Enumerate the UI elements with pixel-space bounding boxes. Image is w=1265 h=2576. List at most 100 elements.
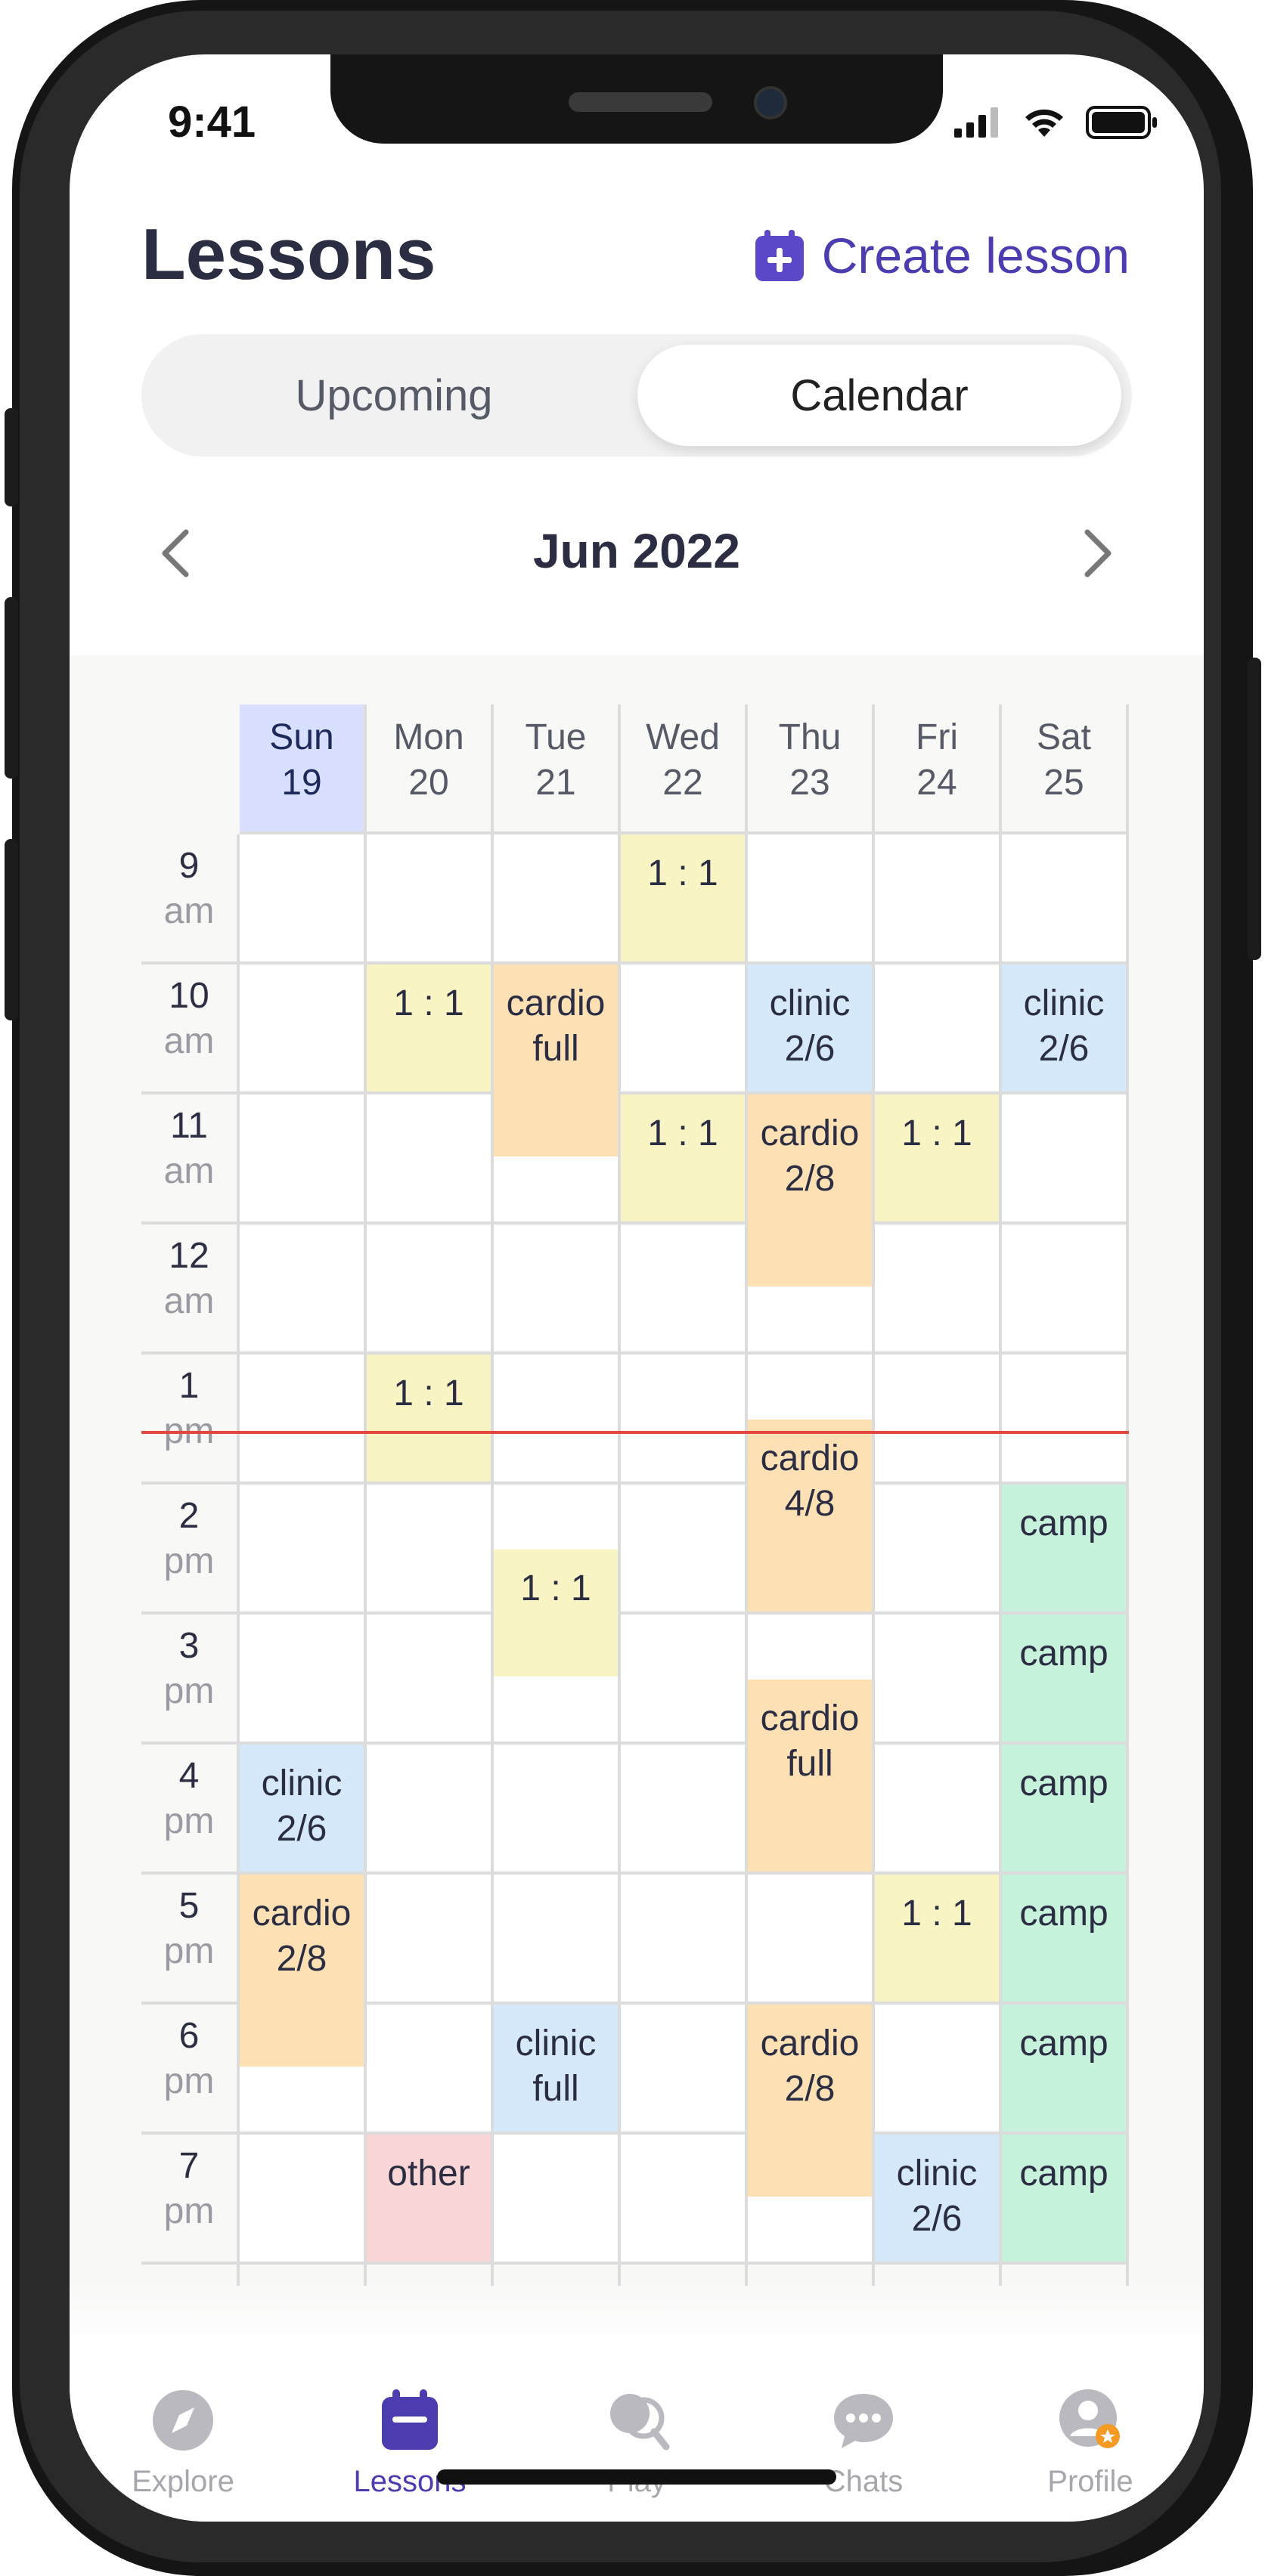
lesson-event[interactable]: camp bbox=[1002, 1615, 1126, 1742]
create-lesson-button[interactable]: Create lesson bbox=[755, 227, 1130, 284]
lesson-event[interactable]: 1 : 1 bbox=[367, 964, 491, 1091]
time-slot-cell[interactable] bbox=[367, 1875, 494, 2005]
time-slot-cell[interactable] bbox=[1002, 1225, 1129, 1355]
chevron-right-icon[interactable] bbox=[1066, 523, 1127, 584]
lesson-event[interactable]: camp bbox=[1002, 1745, 1126, 1872]
day-header-sat[interactable]: Sat 25 bbox=[1002, 704, 1129, 834]
time-slot-cell[interactable] bbox=[621, 1875, 748, 2005]
lesson-event[interactable]: 1 : 1 bbox=[621, 1094, 745, 1221]
time-slot-cell[interactable] bbox=[875, 2005, 1002, 2135]
time-slot-cell[interactable] bbox=[621, 2005, 748, 2135]
time-slot-cell[interactable] bbox=[875, 1745, 1002, 1875]
time-slot-cell[interactable] bbox=[1002, 1355, 1129, 1485]
time-label: 9 am bbox=[141, 834, 240, 964]
lesson-event[interactable]: cardio full bbox=[748, 1680, 872, 1872]
lesson-event-text: cardio bbox=[760, 1113, 860, 1153]
wifi-icon bbox=[1025, 109, 1063, 137]
lesson-event[interactable]: 1 : 1 bbox=[367, 1355, 491, 1482]
time-slot-cell[interactable] bbox=[621, 964, 748, 1094]
time-slot-cell[interactable] bbox=[240, 1225, 367, 1355]
time-slot-cell[interactable] bbox=[367, 1745, 494, 1875]
lesson-event[interactable]: cardio full bbox=[494, 964, 618, 1156]
time-slot-cell[interactable] bbox=[621, 1355, 748, 1485]
time-slot-cell[interactable] bbox=[875, 964, 1002, 1094]
day-header-tue[interactable]: Tue 21 bbox=[494, 704, 621, 834]
time-slot-cell[interactable] bbox=[367, 1094, 494, 1225]
lesson-event[interactable]: camp bbox=[1002, 1875, 1126, 2002]
time-slot-cell[interactable] bbox=[1002, 834, 1129, 964]
day-header-thu[interactable]: Thu 23 bbox=[748, 704, 875, 834]
time-slot-cell[interactable] bbox=[240, 1615, 367, 1745]
time-slot-cell[interactable] bbox=[875, 834, 1002, 964]
time-slot-cell[interactable] bbox=[494, 1875, 621, 2005]
time-slot-cell[interactable] bbox=[240, 1094, 367, 1225]
segment-upcoming[interactable]: Upcoming bbox=[152, 345, 636, 446]
time-slot-cell[interactable] bbox=[367, 1485, 494, 1615]
day-header-sun[interactable]: Sun 19 bbox=[240, 704, 367, 834]
lesson-event[interactable]: 1 : 1 bbox=[621, 834, 745, 961]
lesson-event[interactable]: 1 : 1 bbox=[494, 1550, 618, 1677]
time-slot-cell[interactable] bbox=[367, 2005, 494, 2135]
time-slot-cell[interactable] bbox=[1002, 1094, 1129, 1225]
time-slot-cell[interactable] bbox=[621, 1485, 748, 1615]
lesson-event[interactable]: camp bbox=[1002, 1485, 1126, 1612]
day-header-wed[interactable]: Wed 22 bbox=[621, 704, 748, 834]
calendar-icon bbox=[382, 2389, 438, 2450]
time-slot-cell[interactable] bbox=[621, 1745, 748, 1875]
time-slot-cell[interactable] bbox=[621, 2135, 748, 2265]
time-slot-cell[interactable] bbox=[240, 1355, 367, 1485]
time-slot-cell[interactable] bbox=[494, 1225, 621, 1355]
time-slot-cell[interactable] bbox=[621, 1225, 748, 1355]
lesson-event[interactable]: clinic 2/6 bbox=[875, 2135, 999, 2262]
day-name: Tue bbox=[525, 717, 587, 757]
tab-explore[interactable]: Explore bbox=[70, 2386, 296, 2499]
lesson-event[interactable]: clinic full bbox=[494, 2005, 618, 2132]
time-slot-cell[interactable] bbox=[240, 2135, 367, 2265]
time-slot-cell[interactable] bbox=[494, 1355, 621, 1485]
time-slot-cell[interactable] bbox=[367, 834, 494, 964]
time-slot-cell[interactable] bbox=[875, 1615, 1002, 1745]
lesson-event[interactable]: cardio 4/8 bbox=[748, 1420, 872, 1612]
lesson-event[interactable]: clinic 2/6 bbox=[1002, 964, 1126, 1091]
lesson-event-text: clinic bbox=[769, 983, 851, 1023]
lesson-event[interactable]: cardio 2/8 bbox=[240, 1875, 364, 2067]
lesson-event[interactable]: clinic 2/6 bbox=[240, 1745, 364, 1872]
time-slot-cell[interactable] bbox=[875, 1355, 1002, 1485]
day-date: 22 bbox=[662, 763, 703, 803]
time-slot-cell[interactable] bbox=[875, 1225, 1002, 1355]
hour-period: am bbox=[163, 891, 215, 931]
tab-profile[interactable]: Profile bbox=[977, 2386, 1204, 2499]
time-slot-cell[interactable] bbox=[494, 2135, 621, 2265]
time-slot-cell[interactable] bbox=[240, 1485, 367, 1615]
week-calendar-grid: Sun 19 Mon 20 Tue 21 Wed 22 Thu 23 Fri 24 Sat 25 9 am 10… bbox=[70, 655, 1204, 2348]
lesson-event[interactable]: 1 : 1 bbox=[875, 1094, 999, 1221]
hour-period: pm bbox=[163, 1541, 215, 1581]
time-slot-cell[interactable] bbox=[494, 834, 621, 964]
lesson-event[interactable]: cardio 2/8 bbox=[748, 1094, 872, 1286]
lesson-event[interactable]: camp bbox=[1002, 2005, 1126, 2132]
day-header-mon[interactable]: Mon 20 bbox=[367, 704, 494, 834]
hour-number: 9 bbox=[178, 846, 200, 886]
time-slot-cell[interactable] bbox=[367, 1225, 494, 1355]
time-slot-cell[interactable] bbox=[240, 964, 367, 1094]
time-slot-cell[interactable] bbox=[240, 834, 367, 964]
month-label: Jun 2022 bbox=[533, 524, 740, 578]
view-segmented-control: Upcoming Calendar bbox=[141, 334, 1132, 457]
lesson-event[interactable]: camp bbox=[1002, 2135, 1126, 2262]
lesson-event[interactable]: 1 : 1 bbox=[875, 1875, 999, 2002]
lesson-event[interactable]: cardio 2/8 bbox=[748, 2005, 872, 2197]
time-slot-cell[interactable] bbox=[748, 834, 875, 964]
hour-number: 10 bbox=[169, 976, 209, 1016]
lesson-event[interactable]: other bbox=[367, 2135, 491, 2262]
time-slot-cell[interactable] bbox=[494, 1745, 621, 1875]
time-slot-cell[interactable] bbox=[875, 1485, 1002, 1615]
grid-tick bbox=[364, 2265, 367, 2286]
lesson-event[interactable]: clinic 2/6 bbox=[748, 964, 872, 1091]
time-slot-cell[interactable] bbox=[621, 1615, 748, 1745]
time-slot-cell[interactable] bbox=[367, 1615, 494, 1745]
segment-calendar[interactable]: Calendar bbox=[637, 345, 1121, 446]
lesson-event-text: full bbox=[532, 2069, 579, 2109]
day-header-fri[interactable]: Fri 24 bbox=[875, 704, 1002, 834]
lesson-event-text: cardio bbox=[252, 1893, 352, 1934]
time-slot-cell[interactable] bbox=[748, 1875, 875, 2005]
